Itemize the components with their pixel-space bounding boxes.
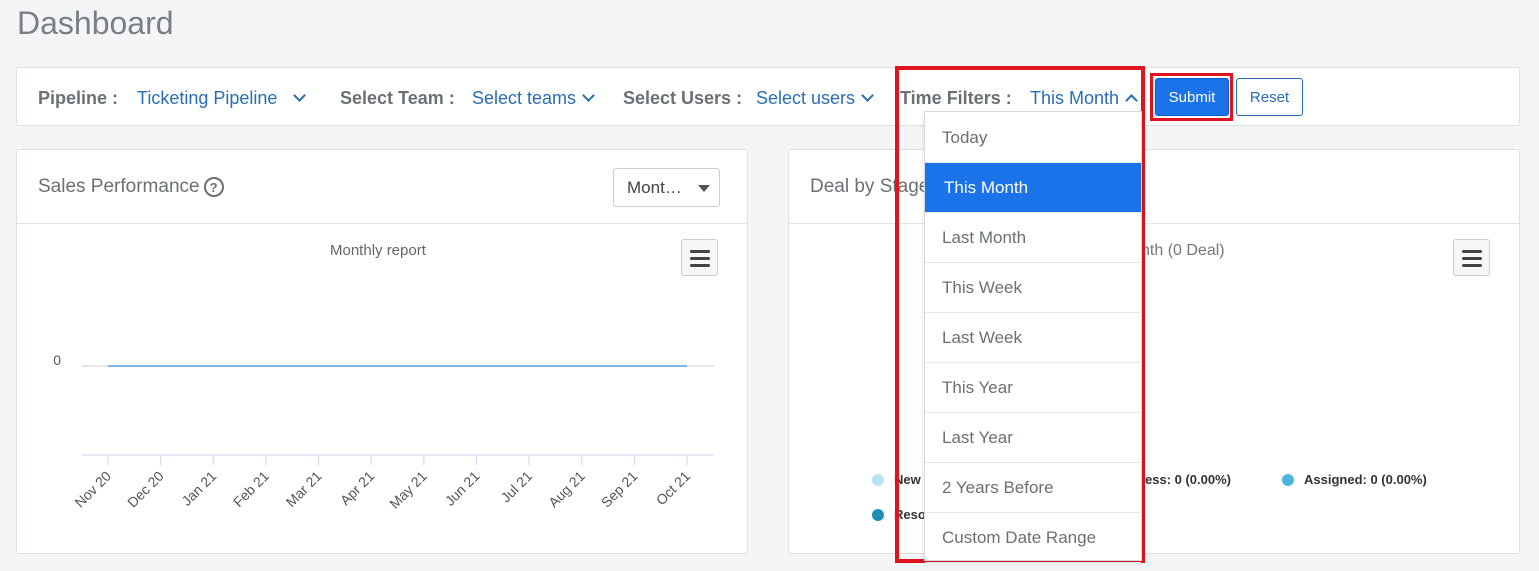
x-tick-label: Apr 21 xyxy=(337,468,378,509)
x-tick-label: Jan 21 xyxy=(178,468,219,509)
x-tick-label: Jun 21 xyxy=(442,468,483,509)
x-tick-label: May 21 xyxy=(386,468,430,512)
users-label: Select Users : xyxy=(623,88,743,108)
time-option-last-year[interactable]: Last Year xyxy=(925,413,1141,463)
period-select-value: Mont… xyxy=(627,178,682,197)
users-value: Select users xyxy=(756,88,856,108)
y-tick-label: 0 xyxy=(53,352,61,368)
x-tick-label: Dec 20 xyxy=(124,468,167,511)
time-option-today[interactable]: Today xyxy=(925,112,1141,163)
hamburger-icon xyxy=(690,250,710,253)
legend-label: Assigned: 0 (0.00%) xyxy=(1304,472,1427,487)
legend-dot xyxy=(872,508,884,521)
time-option-custom-date-range[interactable]: Custom Date Range xyxy=(925,513,1141,563)
pipeline-value: Ticketing Pipeline xyxy=(137,88,278,108)
legend-dot xyxy=(1282,473,1294,486)
x-tick-label: Nov 20 xyxy=(71,468,114,511)
chart-menu-button[interactable] xyxy=(1453,239,1490,276)
time-option-this-year[interactable]: This Year xyxy=(925,363,1141,413)
sales-card-title: Sales Performance ? xyxy=(38,176,224,198)
time-option-2-years-before[interactable]: 2 Years Before xyxy=(925,463,1141,513)
time-option-last-week[interactable]: Last Week xyxy=(925,313,1141,363)
time-option-last-month[interactable]: Last Month xyxy=(925,213,1141,263)
x-tick-label: Feb 21 xyxy=(230,468,272,510)
team-label: Select Team : xyxy=(340,88,455,108)
reset-button[interactable]: Reset xyxy=(1236,78,1303,116)
sales-title-text: Sales Performance xyxy=(38,176,200,197)
x-tick-label: Sep 21 xyxy=(598,468,641,511)
time-option-this-month[interactable]: This Month xyxy=(925,163,1141,213)
submit-button[interactable]: Submit xyxy=(1155,78,1229,116)
legend-dot xyxy=(872,473,884,486)
chevron-down-icon xyxy=(293,89,307,102)
sales-performance-card: Sales Performance ? Mont… Monthly report… xyxy=(16,149,748,554)
time-option-this-week[interactable]: This Week xyxy=(925,263,1141,313)
team-value: Select teams xyxy=(472,88,577,108)
chevron-down-icon xyxy=(582,89,595,102)
legend-item-in-progress[interactable]: gress: 0 (0.00%) xyxy=(1132,472,1231,487)
legend-item-assigned[interactable]: Assigned: 0 (0.00%) xyxy=(1282,472,1427,487)
x-tick-label: Oct 21 xyxy=(653,468,694,509)
page-title: Dashboard xyxy=(17,5,174,41)
deal-chart-subtitle: nth (0 Deal) xyxy=(1141,242,1225,259)
pipeline-label: Pipeline : xyxy=(38,88,119,108)
users-dropdown[interactable]: Select users xyxy=(756,88,874,109)
x-tick-label: Mar 21 xyxy=(283,468,325,510)
x-tick-label: Aug 21 xyxy=(545,468,588,511)
legend-label: gress: 0 (0.00%) xyxy=(1132,472,1231,487)
time-filter-menu: Today This Month Last Month This Week Last W… xyxy=(924,111,1142,563)
hamburger-icon xyxy=(1462,250,1482,253)
pipeline-dropdown[interactable]: Ticketing Pipeline xyxy=(137,88,307,109)
x-tick-label: Jul 21 xyxy=(497,468,535,506)
card-header: Sales Performance ? Mont… xyxy=(17,150,747,224)
help-icon[interactable]: ? xyxy=(203,177,224,197)
chart-title: Monthly report xyxy=(330,242,426,259)
chart-menu-button[interactable] xyxy=(681,239,718,276)
period-select[interactable]: Mont… xyxy=(613,168,720,207)
caret-down-icon xyxy=(698,185,710,192)
chevron-down-icon xyxy=(861,89,874,102)
team-dropdown[interactable]: Select teams xyxy=(472,88,595,109)
